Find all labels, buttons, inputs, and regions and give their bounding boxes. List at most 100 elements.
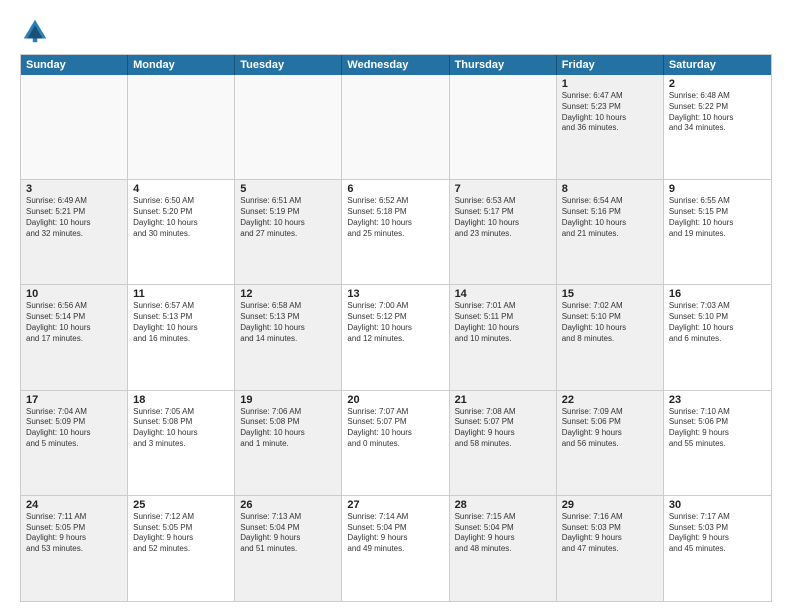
cell-info: Sunrise: 7:11 AM Sunset: 5:05 PM Dayligh… bbox=[26, 512, 122, 555]
day-number: 12 bbox=[240, 288, 336, 300]
cal-cell bbox=[128, 75, 235, 179]
logo-icon bbox=[20, 16, 50, 46]
cell-info: Sunrise: 7:02 AM Sunset: 5:10 PM Dayligh… bbox=[562, 301, 658, 344]
day-header-friday: Friday bbox=[557, 55, 664, 75]
day-number: 4 bbox=[133, 183, 229, 195]
cal-cell: 9Sunrise: 6:55 AM Sunset: 5:15 PM Daylig… bbox=[664, 180, 771, 284]
cell-info: Sunrise: 6:53 AM Sunset: 5:17 PM Dayligh… bbox=[455, 196, 551, 239]
cell-info: Sunrise: 7:00 AM Sunset: 5:12 PM Dayligh… bbox=[347, 301, 443, 344]
day-number: 20 bbox=[347, 394, 443, 406]
cal-cell: 2Sunrise: 6:48 AM Sunset: 5:22 PM Daylig… bbox=[664, 75, 771, 179]
logo bbox=[20, 16, 54, 46]
header bbox=[20, 16, 772, 46]
cell-info: Sunrise: 7:15 AM Sunset: 5:04 PM Dayligh… bbox=[455, 512, 551, 555]
cell-info: Sunrise: 7:08 AM Sunset: 5:07 PM Dayligh… bbox=[455, 407, 551, 450]
cell-info: Sunrise: 7:17 AM Sunset: 5:03 PM Dayligh… bbox=[669, 512, 766, 555]
cal-cell bbox=[235, 75, 342, 179]
cell-info: Sunrise: 6:55 AM Sunset: 5:15 PM Dayligh… bbox=[669, 196, 766, 239]
page: SundayMondayTuesdayWednesdayThursdayFrid… bbox=[0, 0, 792, 612]
day-number: 25 bbox=[133, 499, 229, 511]
day-header-sunday: Sunday bbox=[21, 55, 128, 75]
cell-info: Sunrise: 6:51 AM Sunset: 5:19 PM Dayligh… bbox=[240, 196, 336, 239]
cell-info: Sunrise: 7:05 AM Sunset: 5:08 PM Dayligh… bbox=[133, 407, 229, 450]
day-header-saturday: Saturday bbox=[664, 55, 771, 75]
cell-info: Sunrise: 6:54 AM Sunset: 5:16 PM Dayligh… bbox=[562, 196, 658, 239]
cal-cell: 4Sunrise: 6:50 AM Sunset: 5:20 PM Daylig… bbox=[128, 180, 235, 284]
calendar-week-4: 17Sunrise: 7:04 AM Sunset: 5:09 PM Dayli… bbox=[21, 391, 771, 496]
day-number: 1 bbox=[562, 78, 658, 90]
cell-info: Sunrise: 6:57 AM Sunset: 5:13 PM Dayligh… bbox=[133, 301, 229, 344]
cell-info: Sunrise: 7:07 AM Sunset: 5:07 PM Dayligh… bbox=[347, 407, 443, 450]
cal-cell: 3Sunrise: 6:49 AM Sunset: 5:21 PM Daylig… bbox=[21, 180, 128, 284]
day-number: 14 bbox=[455, 288, 551, 300]
cal-cell: 6Sunrise: 6:52 AM Sunset: 5:18 PM Daylig… bbox=[342, 180, 449, 284]
calendar-week-3: 10Sunrise: 6:56 AM Sunset: 5:14 PM Dayli… bbox=[21, 285, 771, 390]
cal-cell: 8Sunrise: 6:54 AM Sunset: 5:16 PM Daylig… bbox=[557, 180, 664, 284]
calendar-week-2: 3Sunrise: 6:49 AM Sunset: 5:21 PM Daylig… bbox=[21, 180, 771, 285]
calendar-body: 1Sunrise: 6:47 AM Sunset: 5:23 PM Daylig… bbox=[21, 75, 771, 601]
cal-cell: 11Sunrise: 6:57 AM Sunset: 5:13 PM Dayli… bbox=[128, 285, 235, 389]
day-number: 22 bbox=[562, 394, 658, 406]
cal-cell: 16Sunrise: 7:03 AM Sunset: 5:10 PM Dayli… bbox=[664, 285, 771, 389]
cell-info: Sunrise: 7:14 AM Sunset: 5:04 PM Dayligh… bbox=[347, 512, 443, 555]
calendar: SundayMondayTuesdayWednesdayThursdayFrid… bbox=[20, 54, 772, 602]
cell-info: Sunrise: 7:09 AM Sunset: 5:06 PM Dayligh… bbox=[562, 407, 658, 450]
cal-cell: 10Sunrise: 6:56 AM Sunset: 5:14 PM Dayli… bbox=[21, 285, 128, 389]
day-header-thursday: Thursday bbox=[450, 55, 557, 75]
cell-info: Sunrise: 7:13 AM Sunset: 5:04 PM Dayligh… bbox=[240, 512, 336, 555]
day-number: 28 bbox=[455, 499, 551, 511]
cal-cell: 7Sunrise: 6:53 AM Sunset: 5:17 PM Daylig… bbox=[450, 180, 557, 284]
day-header-wednesday: Wednesday bbox=[342, 55, 449, 75]
day-number: 9 bbox=[669, 183, 766, 195]
cell-info: Sunrise: 7:06 AM Sunset: 5:08 PM Dayligh… bbox=[240, 407, 336, 450]
day-header-monday: Monday bbox=[128, 55, 235, 75]
cell-info: Sunrise: 7:12 AM Sunset: 5:05 PM Dayligh… bbox=[133, 512, 229, 555]
cal-cell: 18Sunrise: 7:05 AM Sunset: 5:08 PM Dayli… bbox=[128, 391, 235, 495]
cal-cell bbox=[450, 75, 557, 179]
cal-cell: 21Sunrise: 7:08 AM Sunset: 5:07 PM Dayli… bbox=[450, 391, 557, 495]
cal-cell: 20Sunrise: 7:07 AM Sunset: 5:07 PM Dayli… bbox=[342, 391, 449, 495]
cell-info: Sunrise: 7:16 AM Sunset: 5:03 PM Dayligh… bbox=[562, 512, 658, 555]
cal-cell: 26Sunrise: 7:13 AM Sunset: 5:04 PM Dayli… bbox=[235, 496, 342, 601]
cal-cell bbox=[21, 75, 128, 179]
cell-info: Sunrise: 7:10 AM Sunset: 5:06 PM Dayligh… bbox=[669, 407, 766, 450]
day-number: 15 bbox=[562, 288, 658, 300]
cal-cell: 30Sunrise: 7:17 AM Sunset: 5:03 PM Dayli… bbox=[664, 496, 771, 601]
cell-info: Sunrise: 7:04 AM Sunset: 5:09 PM Dayligh… bbox=[26, 407, 122, 450]
cal-cell bbox=[342, 75, 449, 179]
day-number: 19 bbox=[240, 394, 336, 406]
cell-info: Sunrise: 6:56 AM Sunset: 5:14 PM Dayligh… bbox=[26, 301, 122, 344]
day-number: 3 bbox=[26, 183, 122, 195]
day-number: 24 bbox=[26, 499, 122, 511]
cal-cell: 13Sunrise: 7:00 AM Sunset: 5:12 PM Dayli… bbox=[342, 285, 449, 389]
cal-cell: 14Sunrise: 7:01 AM Sunset: 5:11 PM Dayli… bbox=[450, 285, 557, 389]
day-number: 13 bbox=[347, 288, 443, 300]
cal-cell: 27Sunrise: 7:14 AM Sunset: 5:04 PM Dayli… bbox=[342, 496, 449, 601]
cal-cell: 19Sunrise: 7:06 AM Sunset: 5:08 PM Dayli… bbox=[235, 391, 342, 495]
cell-info: Sunrise: 6:48 AM Sunset: 5:22 PM Dayligh… bbox=[669, 91, 766, 134]
cell-info: Sunrise: 7:03 AM Sunset: 5:10 PM Dayligh… bbox=[669, 301, 766, 344]
cal-cell: 17Sunrise: 7:04 AM Sunset: 5:09 PM Dayli… bbox=[21, 391, 128, 495]
day-number: 2 bbox=[669, 78, 766, 90]
day-number: 23 bbox=[669, 394, 766, 406]
cal-cell: 25Sunrise: 7:12 AM Sunset: 5:05 PM Dayli… bbox=[128, 496, 235, 601]
day-number: 6 bbox=[347, 183, 443, 195]
day-number: 8 bbox=[562, 183, 658, 195]
day-number: 10 bbox=[26, 288, 122, 300]
cal-cell: 1Sunrise: 6:47 AM Sunset: 5:23 PM Daylig… bbox=[557, 75, 664, 179]
calendar-week-1: 1Sunrise: 6:47 AM Sunset: 5:23 PM Daylig… bbox=[21, 75, 771, 180]
cal-cell: 28Sunrise: 7:15 AM Sunset: 5:04 PM Dayli… bbox=[450, 496, 557, 601]
day-number: 17 bbox=[26, 394, 122, 406]
calendar-week-5: 24Sunrise: 7:11 AM Sunset: 5:05 PM Dayli… bbox=[21, 496, 771, 601]
day-number: 27 bbox=[347, 499, 443, 511]
cell-info: Sunrise: 6:58 AM Sunset: 5:13 PM Dayligh… bbox=[240, 301, 336, 344]
calendar-header: SundayMondayTuesdayWednesdayThursdayFrid… bbox=[21, 55, 771, 75]
cell-info: Sunrise: 6:49 AM Sunset: 5:21 PM Dayligh… bbox=[26, 196, 122, 239]
cell-info: Sunrise: 7:01 AM Sunset: 5:11 PM Dayligh… bbox=[455, 301, 551, 344]
day-number: 29 bbox=[562, 499, 658, 511]
cal-cell: 12Sunrise: 6:58 AM Sunset: 5:13 PM Dayli… bbox=[235, 285, 342, 389]
day-number: 18 bbox=[133, 394, 229, 406]
cell-info: Sunrise: 6:47 AM Sunset: 5:23 PM Dayligh… bbox=[562, 91, 658, 134]
cal-cell: 29Sunrise: 7:16 AM Sunset: 5:03 PM Dayli… bbox=[557, 496, 664, 601]
cell-info: Sunrise: 6:52 AM Sunset: 5:18 PM Dayligh… bbox=[347, 196, 443, 239]
